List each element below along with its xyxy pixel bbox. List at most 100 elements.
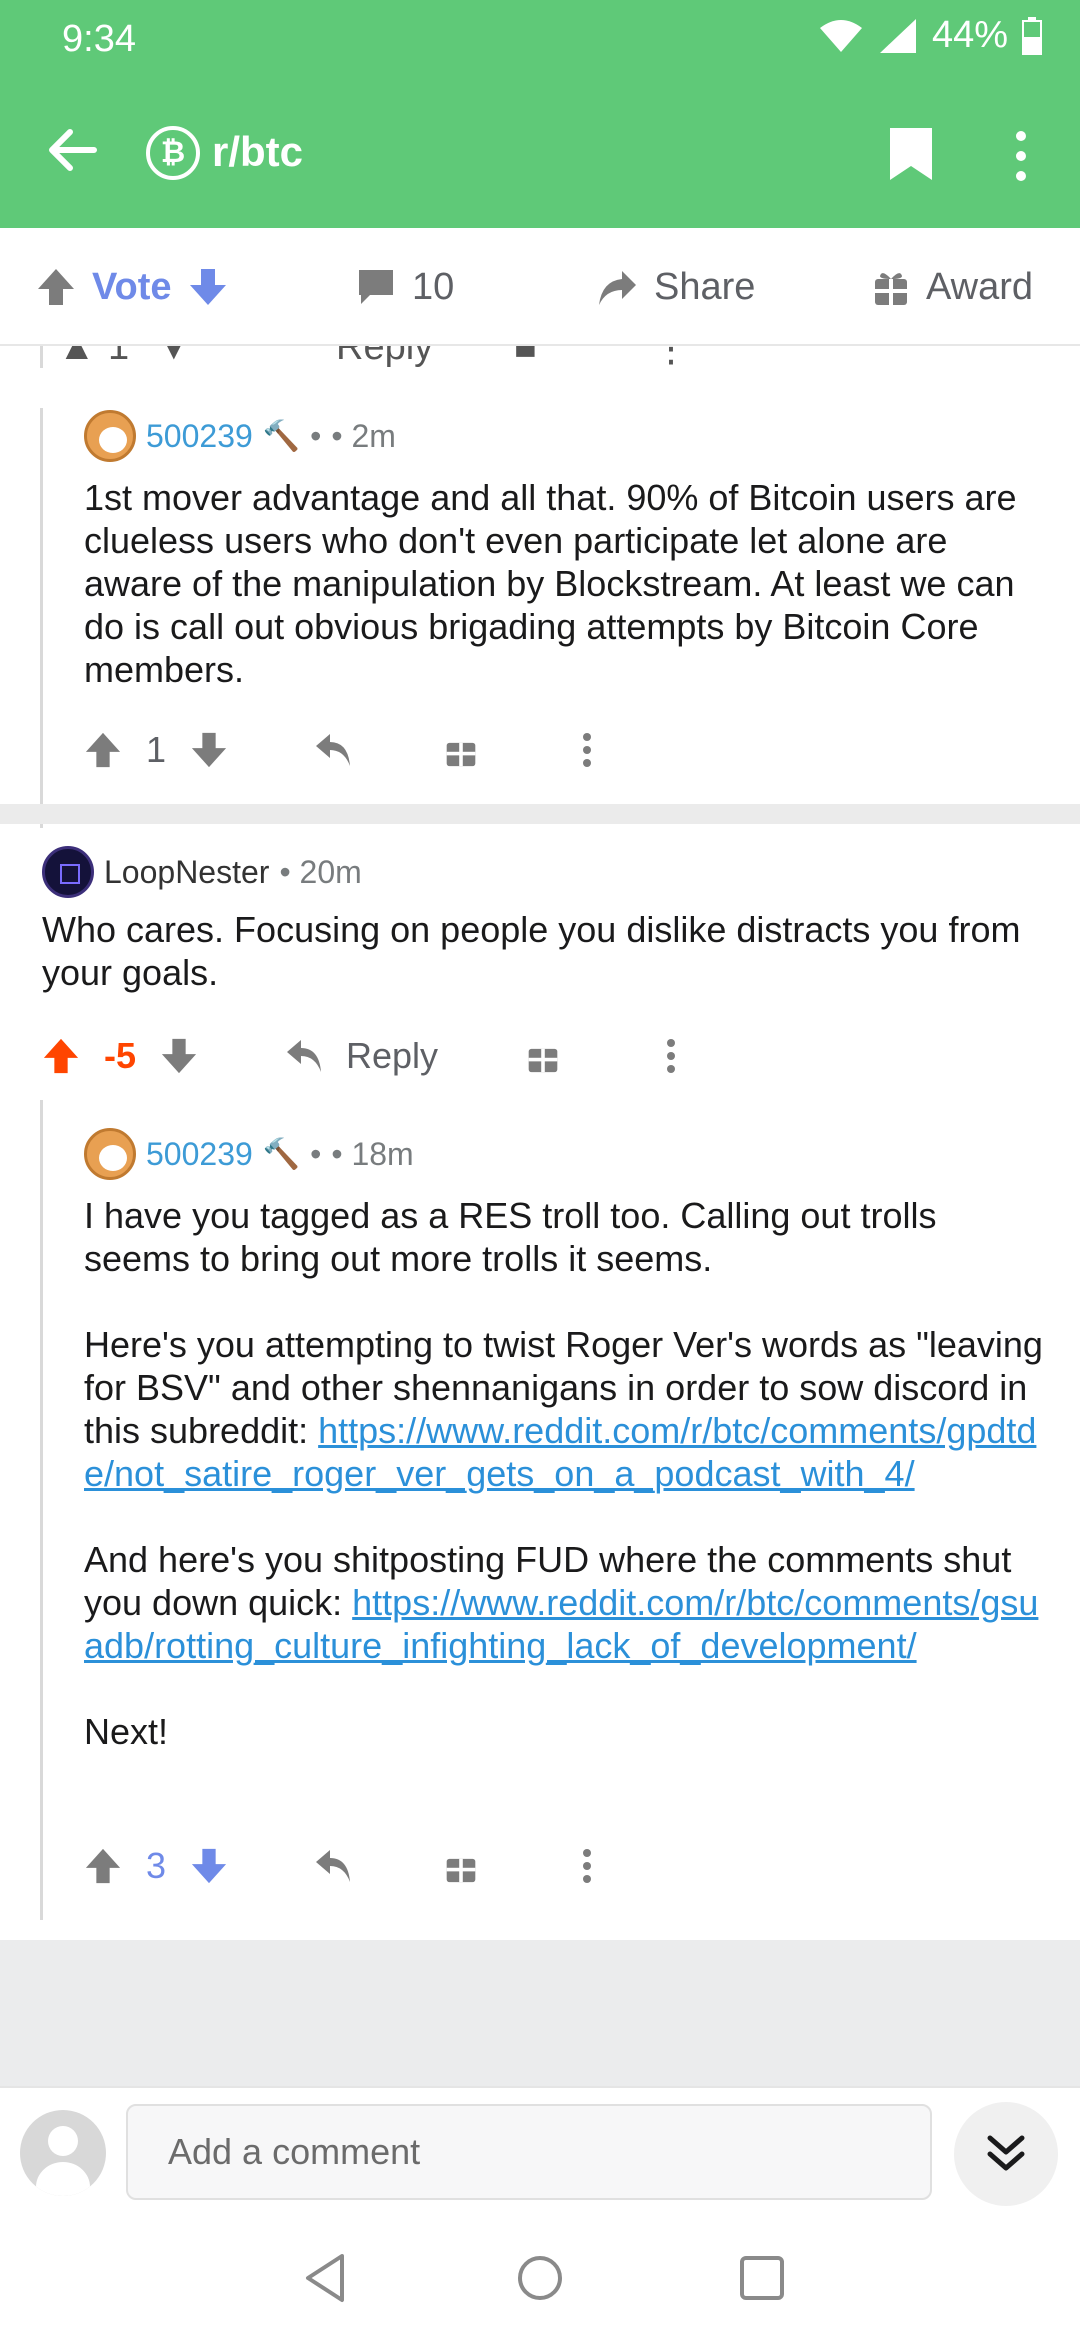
comment-body: I have you tagged as a RES troll too. Ca… [84, 1194, 1044, 1753]
reply-arrow-icon [287, 1040, 321, 1072]
share-label: Share [654, 265, 756, 308]
comment-actions: -5 Reply [0, 1026, 1080, 1086]
app-header: 9:34 44% ₿ r/btc [0, 0, 1080, 228]
comment-500239-18m: 500239 🔨 • • 18m I have you tagged as a … [0, 1100, 1080, 1940]
share-button[interactable]: Share [596, 228, 755, 346]
comment-paragraph: I have you tagged as a RES troll too. Ca… [84, 1195, 937, 1279]
vote-group: Vote [36, 228, 228, 346]
thread-separator [0, 804, 1080, 824]
score: 1 [146, 729, 167, 770]
system-nav-bar [0, 2216, 1080, 2340]
comment-paragraph: Who cares. Focusing on people you dislik… [42, 909, 1021, 993]
mod-hammer-icon: 🔨 [262, 419, 301, 453]
mod-hammer-icon: 🔨 [262, 1137, 301, 1171]
comment-actions: 1 [0, 720, 1080, 780]
more-options-button[interactable] [580, 1836, 594, 1896]
author-name[interactable]: 500239 [146, 418, 253, 455]
upvote-button[interactable] [84, 1836, 122, 1896]
comment-body: Who cares. Focusing on people you dislik… [42, 908, 1054, 994]
peek-upvote: ▲ [58, 346, 96, 368]
reply-arrow-icon [316, 1850, 350, 1882]
author-name[interactable]: 500239 [146, 1136, 253, 1173]
nav-recents-icon[interactable] [734, 2250, 790, 2306]
peek-score: 1 [108, 346, 130, 368]
award-label: Award [926, 265, 1034, 308]
comment-composer: Add a comment [0, 2086, 1080, 2216]
award-button[interactable] [444, 1836, 478, 1896]
upvote-icon [43, 1038, 79, 1074]
gift-icon [446, 742, 476, 767]
comment-paragraph: Here's you attempting to twist Roger Ver… [84, 1323, 1044, 1495]
nav-home-icon[interactable] [512, 2250, 568, 2306]
back-arrow-icon[interactable] [44, 122, 100, 178]
comment-paragraph: And here's you shitposting FUD where the… [84, 1538, 1044, 1667]
status-icons: 44% [818, 14, 1042, 57]
award-button[interactable]: Award [872, 228, 1033, 346]
reply-button[interactable]: Reply [284, 1026, 438, 1086]
downvote-button[interactable] [160, 1026, 198, 1086]
comment-500239-2m: 500239 🔨 • • 2m 1st mover advantage and … [0, 368, 1080, 828]
downvote-button[interactable] [190, 720, 228, 780]
double-chevron-down-icon [987, 2135, 1025, 2171]
gift-icon [528, 1048, 558, 1073]
comment-meta: 500239 🔨 • • 2m [84, 410, 396, 462]
downvote-icon[interactable] [188, 267, 228, 307]
wifi-icon [819, 19, 862, 52]
comment-meta: 500239 🔨 • • 18m [84, 1128, 414, 1180]
reply-label: Reply [346, 1035, 439, 1076]
previous-comment-actions-peek: ▲ 1 ▼ Reply ■ ⋮ [0, 346, 1080, 368]
signal-icon [879, 18, 916, 53]
author-name[interactable]: LoopNester [104, 854, 269, 891]
reply-button[interactable] [314, 1836, 354, 1896]
more-vertical-icon [583, 1849, 591, 1883]
nav-back-icon[interactable] [298, 2250, 354, 2306]
more-vertical-icon [583, 733, 591, 767]
upvote-icon [85, 732, 121, 768]
avatar[interactable] [42, 846, 94, 898]
subreddit-name[interactable]: r/btc [212, 128, 303, 176]
more-vertical-icon [667, 1039, 675, 1073]
thread-end-area [0, 1940, 1080, 2086]
separator-dot: • [310, 1135, 322, 1172]
subreddit-icon[interactable]: ₿ [146, 126, 200, 180]
bookmark-icon[interactable] [888, 126, 934, 182]
comments-button[interactable]: 10 [356, 228, 454, 346]
comment-loopnester: LoopNester • 20m Who cares. Focusing on … [0, 824, 1080, 1100]
more-options-button[interactable] [664, 1026, 678, 1086]
peek-award: ■ [514, 346, 537, 368]
downvote-icon [191, 1848, 227, 1884]
comment-body: 1st mover advantage and all that. 90% of… [84, 476, 1054, 691]
comment-paragraph: Next! [84, 1711, 169, 1752]
add-comment-input[interactable]: Add a comment [126, 2104, 932, 2200]
downvote-icon [191, 732, 227, 768]
user-avatar[interactable] [20, 2110, 106, 2196]
peek-reply: Reply [336, 346, 434, 368]
overflow-menu-icon[interactable] [1006, 128, 1036, 184]
gift-icon [875, 273, 907, 305]
battery-icon [1022, 16, 1042, 55]
comment-time: • 20m [279, 853, 362, 890]
separator-dot: • [310, 417, 322, 454]
score: 3 [146, 1845, 167, 1886]
collapse-button[interactable] [954, 2102, 1058, 2206]
score: -5 [104, 1035, 137, 1076]
reply-button[interactable] [314, 720, 354, 780]
battery-percent: 44% [931, 14, 1008, 56]
upvote-icon [85, 1848, 121, 1884]
comment-bubble-icon [359, 270, 393, 304]
downvote-button[interactable] [190, 1836, 228, 1896]
downvote-icon [161, 1038, 197, 1074]
comment-actions: 3 [0, 1836, 1080, 1896]
reply-arrow-icon [316, 734, 350, 766]
avatar[interactable] [84, 1128, 136, 1180]
upvote-button[interactable] [42, 1026, 80, 1086]
comment-time: • 18m [331, 1135, 414, 1172]
avatar[interactable] [84, 410, 136, 462]
gift-icon [446, 1858, 476, 1883]
comment-paragraph: 1st mover advantage and all that. 90% of… [84, 477, 1017, 690]
upvote-icon[interactable] [36, 267, 76, 307]
award-button[interactable] [444, 720, 478, 780]
upvote-button[interactable] [84, 720, 122, 780]
award-button[interactable] [526, 1026, 560, 1086]
more-options-button[interactable] [580, 720, 594, 780]
